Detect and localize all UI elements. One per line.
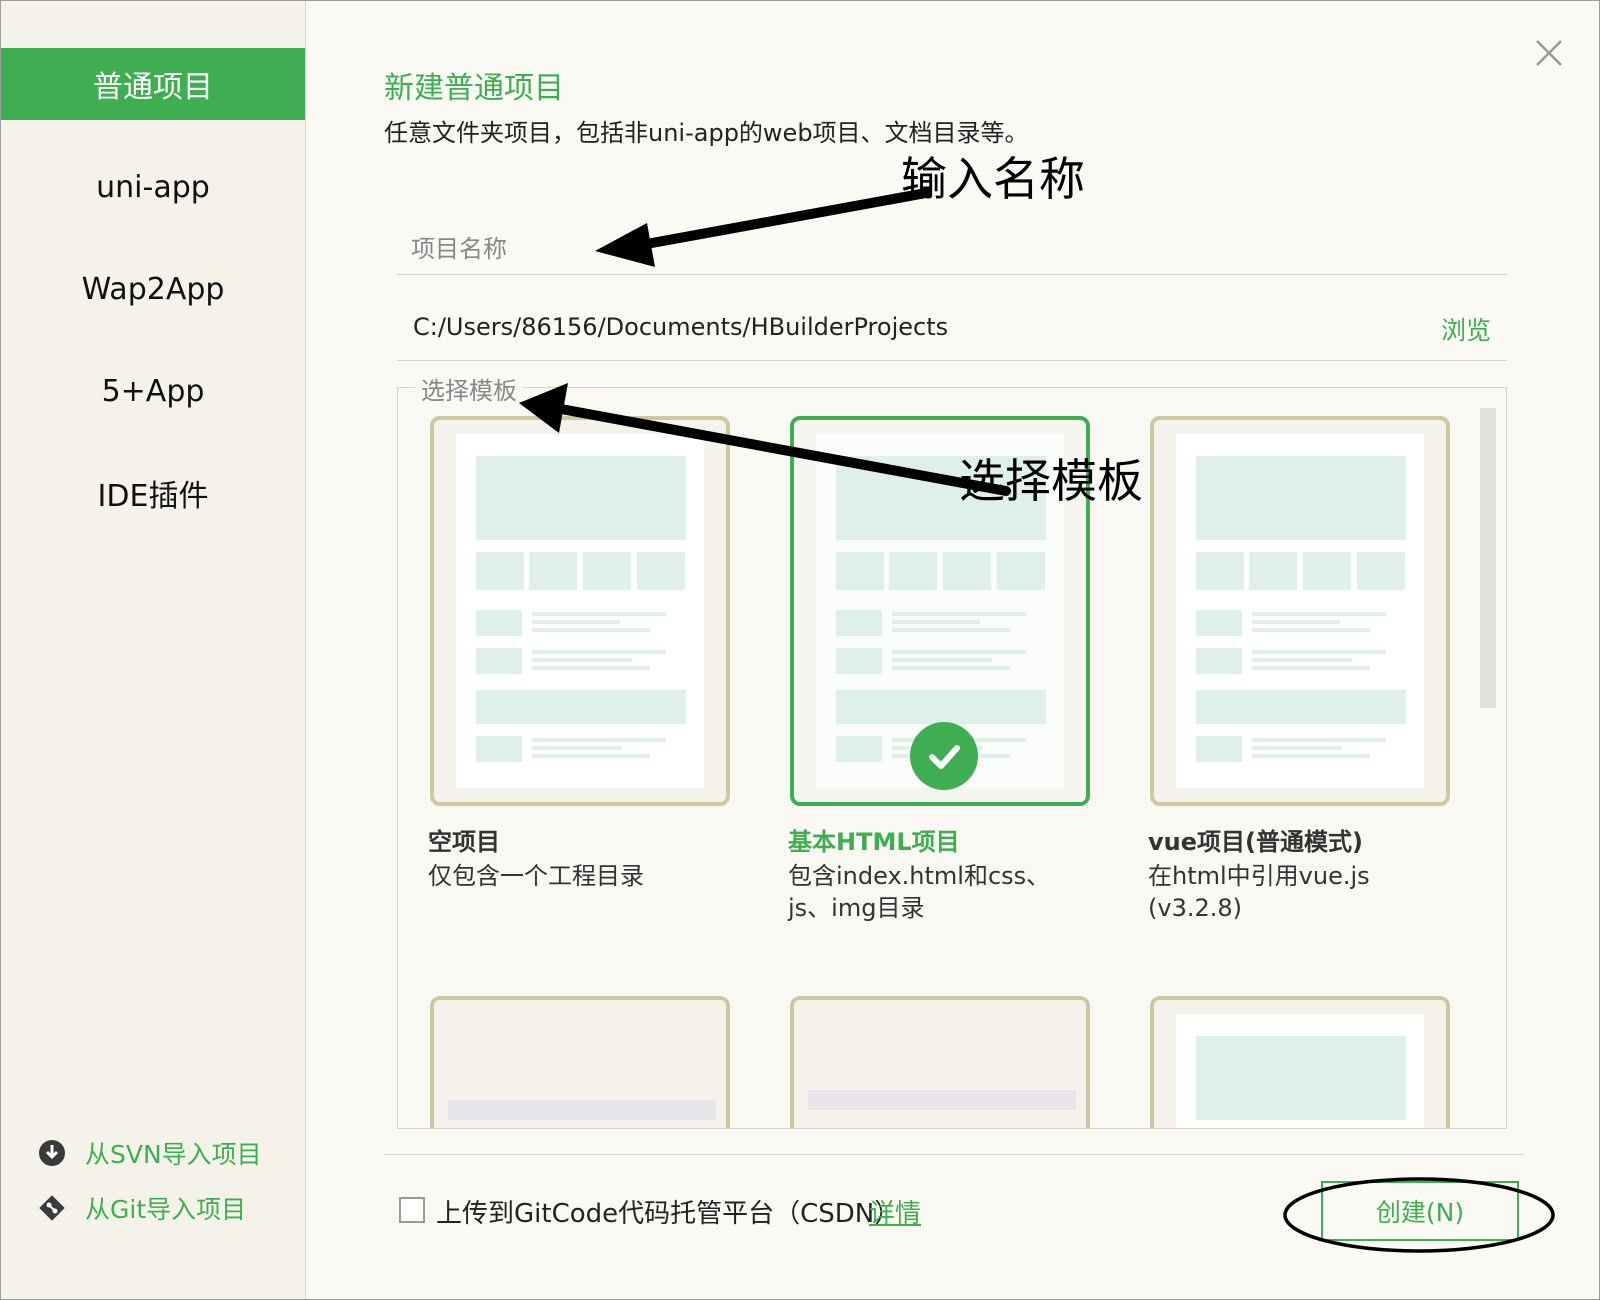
footer-divider [384, 1154, 1524, 1155]
import-from-git-link[interactable]: 从Git导入项目 [37, 1188, 246, 1228]
details-link[interactable]: 详情 [869, 1193, 921, 1230]
import-from-svn-label: 从SVN导入项目 [85, 1140, 262, 1169]
svn-download-icon [37, 1138, 67, 1168]
close-icon[interactable] [1531, 35, 1567, 71]
template-card-empty[interactable] [430, 416, 730, 806]
template-grid: 空项目 仅包含一个工程目录 基本HTML项目 包含index.html和css、… [398, 388, 1506, 1128]
template-preview [456, 434, 704, 788]
template-card-partial[interactable] [790, 996, 1090, 1128]
template-title: 空项目 [428, 828, 500, 856]
template-panel: 空项目 仅包含一个工程目录 基本HTML项目 包含index.html和css、… [397, 387, 1507, 1129]
project-path-field[interactable]: C:/Users/86156/Documents/HBuilderProject… [413, 313, 948, 341]
sidebar-item-ide-plugin[interactable]: IDE插件 [1, 457, 305, 529]
browse-button[interactable]: 浏览 [1441, 311, 1491, 347]
sidebar-item-uni-app[interactable]: uni-app [1, 151, 305, 223]
sidebar-item-normal-project[interactable]: 普通项目 [1, 48, 305, 120]
upload-checkbox[interactable] [399, 1197, 425, 1223]
new-project-dialog: 普通项目 uni-app Wap2App 5+App IDE插件 从SVN导入项… [0, 0, 1600, 1300]
import-from-git-label: 从Git导入项目 [85, 1195, 247, 1224]
template-card-vue[interactable] [1150, 416, 1450, 806]
template-scrollbar[interactable] [1480, 408, 1496, 708]
project-path-row: C:/Users/86156/Documents/HBuilderProject… [397, 301, 1507, 361]
create-button[interactable]: 创建(N) [1321, 1181, 1519, 1241]
template-legend: 选择模板 [415, 371, 523, 406]
annotation-name-hint: 输入名称 [901, 152, 1085, 206]
import-from-svn-link[interactable]: 从SVN导入项目 [37, 1133, 262, 1173]
sidebar: 普通项目 uni-app Wap2App 5+App IDE插件 从SVN导入项… [1, 1, 306, 1299]
sidebar-item-label: uni-app [96, 169, 210, 205]
template-title: vue项目(普通模式) [1148, 828, 1363, 856]
git-icon [37, 1193, 67, 1223]
sidebar-item-label: Wap2App [81, 271, 225, 307]
template-card-partial[interactable] [1150, 996, 1450, 1128]
sidebar-item-5plus-app[interactable]: 5+App [1, 355, 305, 427]
project-name-input[interactable] [397, 223, 1507, 275]
sidebar-item-label: 普通项目 [93, 70, 213, 105]
template-description: 在html中引用vue.js (v3.2.8) [1148, 862, 1370, 922]
annotation-template-hint: 选择模板 [959, 454, 1143, 508]
template-title: 基本HTML项目 [788, 828, 960, 856]
checkmark-icon [910, 722, 978, 790]
sidebar-item-wap2app[interactable]: Wap2App [1, 253, 305, 325]
sidebar-item-label: 5+App [101, 373, 205, 409]
sidebar-item-label: IDE插件 [97, 479, 209, 514]
dialog-title: 新建普通项目 [384, 71, 564, 106]
template-description: 包含index.html和css、js、img目录 [788, 862, 1051, 922]
upload-label: 上传到GitCode代码托管平台（CSDN） [436, 1199, 901, 1229]
template-description: 仅包含一个工程目录 [428, 862, 644, 890]
template-card-partial[interactable] [430, 996, 730, 1128]
template-preview [1176, 434, 1424, 788]
